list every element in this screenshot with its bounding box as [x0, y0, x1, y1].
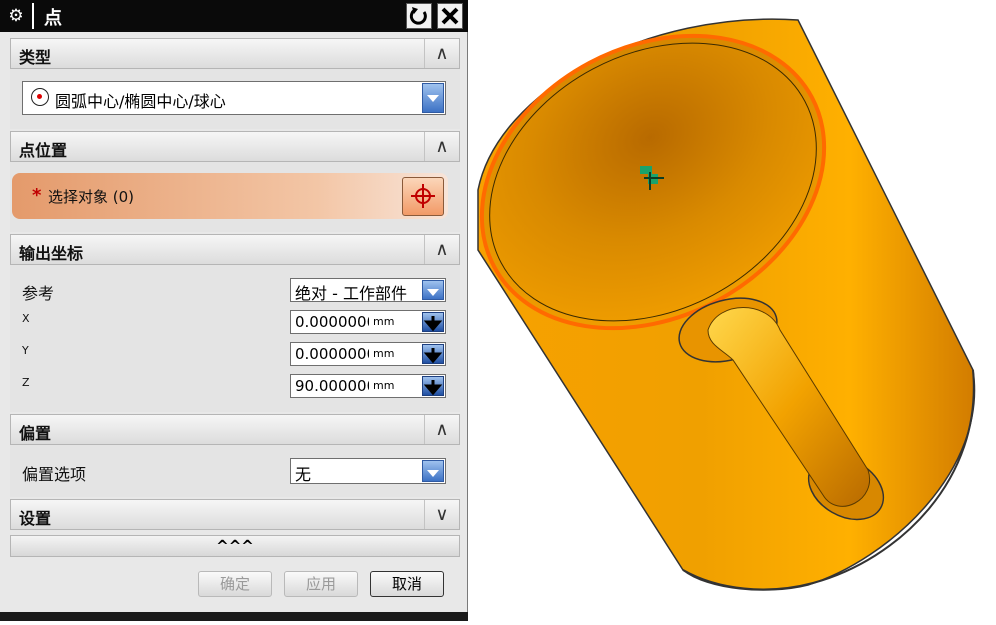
reset-button[interactable] — [406, 3, 432, 29]
section-settings-label: 设置 — [19, 509, 52, 528]
reference-select-value: 绝对 - 工作部件 — [295, 284, 407, 303]
section-point-location[interactable]: 点位置 ∧ — [10, 131, 460, 162]
z-field[interactable]: 90.0000000 mm — [290, 374, 446, 398]
graphics-viewport[interactable] — [468, 0, 996, 621]
y-menu-arrow-icon[interactable] — [422, 344, 444, 364]
required-mark: * — [32, 185, 42, 206]
reference-label: 参考 — [22, 284, 55, 303]
arc-center-icon — [31, 88, 49, 106]
select-object-label: 选择对象 (0) — [48, 188, 135, 206]
x-field[interactable]: 0.0000000 mm — [290, 310, 446, 334]
apply-button[interactable]: 应用 — [284, 571, 358, 597]
section-settings[interactable]: 设置 ∨ — [10, 499, 460, 530]
x-label: X — [22, 312, 30, 325]
close-button[interactable] — [437, 3, 463, 29]
collapse-offset-icon[interactable]: ∧ — [424, 415, 459, 444]
ok-button[interactable]: 确定 — [198, 571, 272, 597]
section-offset-label: 偏置 — [19, 424, 52, 443]
x-unit: mm — [373, 315, 395, 328]
offset-option-select[interactable]: 无 — [290, 458, 446, 484]
reset-icon — [409, 7, 427, 25]
gear-icon[interactable]: ⚙ — [6, 6, 26, 26]
crosshair-icon — [411, 184, 435, 208]
collapse-type-icon[interactable]: ∧ — [424, 39, 459, 68]
title-separator — [32, 3, 34, 29]
dropdown-arrow-icon[interactable] — [422, 83, 444, 113]
title-bar: ⚙ 点 — [0, 0, 468, 32]
collapse-all-icon: ^^^ — [216, 537, 254, 555]
dropdown-arrow-icon[interactable] — [422, 280, 444, 300]
dropdown-arrow-icon[interactable] — [422, 460, 444, 482]
point-dialog: ⚙ 点 类型 ∧ 圆弧中心/椭圆中心/球心 点位置 ∧ * 选择对象 (0) 输… — [0, 0, 468, 621]
less-options-bar[interactable]: ^^^ — [10, 535, 460, 557]
y-unit: mm — [373, 347, 395, 360]
section-output-coords[interactable]: 输出坐标 ∧ — [10, 234, 460, 265]
dialog-title: 点 — [44, 8, 63, 29]
z-unit: mm — [373, 379, 395, 392]
offset-option-label: 偏置选项 — [22, 465, 87, 484]
z-value[interactable]: 90.0000000 — [295, 377, 369, 395]
dialog-bottom-border — [0, 612, 468, 621]
offset-option-value: 无 — [295, 465, 312, 484]
mug-model[interactable] — [468, 0, 996, 621]
section-output-coords-label: 输出坐标 — [19, 244, 84, 263]
y-value[interactable]: 0.0000000 — [295, 345, 369, 363]
collapse-point-location-icon[interactable]: ∧ — [424, 132, 459, 161]
cancel-button[interactable]: 取消 — [370, 571, 444, 597]
y-label: Y — [22, 344, 29, 357]
expand-settings-icon[interactable]: ∨ — [424, 500, 459, 529]
type-select-value: 圆弧中心/椭圆中心/球心 — [55, 92, 226, 111]
section-offset[interactable]: 偏置 ∧ — [10, 414, 460, 445]
z-menu-arrow-icon[interactable] — [422, 376, 444, 396]
x-menu-arrow-icon[interactable] — [422, 312, 444, 332]
select-object-row[interactable]: * 选择对象 (0) — [12, 173, 448, 219]
reference-select[interactable]: 绝对 - 工作部件 — [290, 278, 446, 303]
collapse-output-coords-icon[interactable]: ∧ — [424, 235, 459, 264]
type-select[interactable]: 圆弧中心/椭圆中心/球心 — [22, 81, 446, 115]
point-dialog-button[interactable] — [402, 177, 444, 216]
section-point-location-label: 点位置 — [19, 141, 68, 160]
y-field[interactable]: 0.0000000 mm — [290, 342, 446, 366]
z-label: Z — [22, 376, 30, 389]
close-icon — [441, 7, 459, 25]
section-type-label: 类型 — [19, 48, 52, 67]
x-value[interactable]: 0.0000000 — [295, 313, 369, 331]
section-type[interactable]: 类型 ∧ — [10, 38, 460, 69]
